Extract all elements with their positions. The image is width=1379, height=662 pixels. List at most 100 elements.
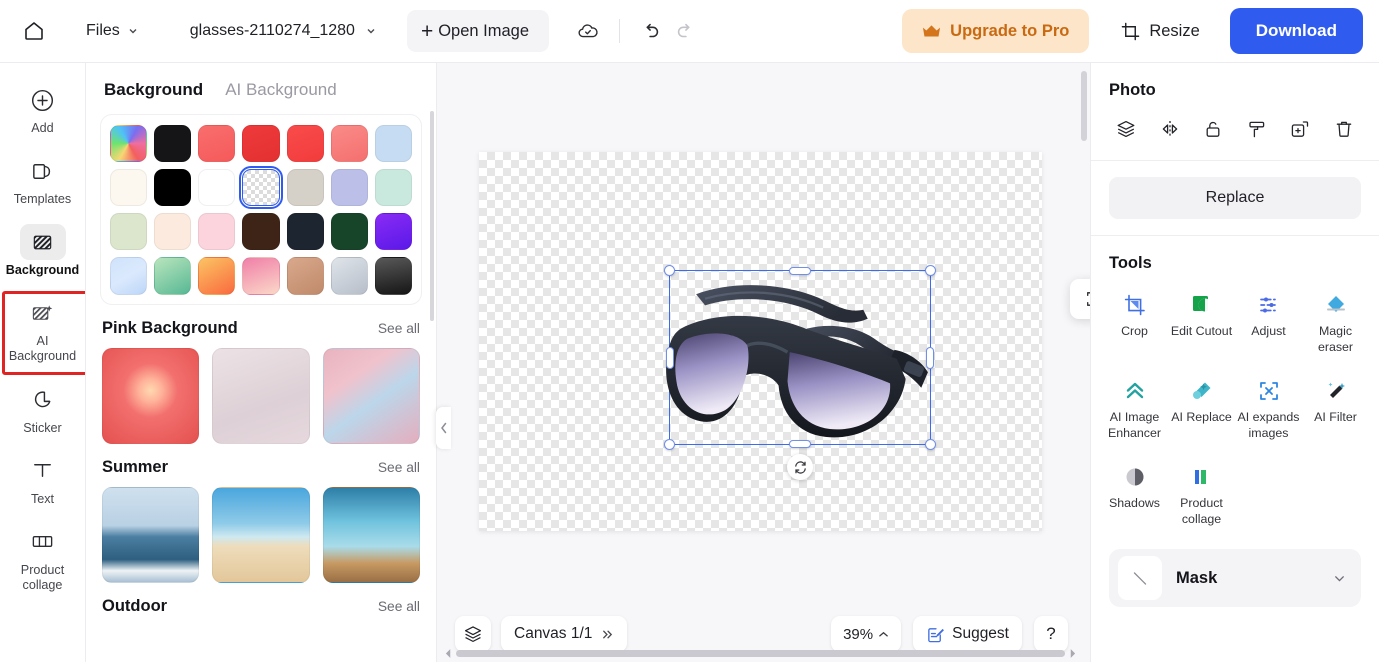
thumb-beach-sand-sky[interactable] bbox=[212, 486, 310, 583]
mask-row[interactable]: Mask bbox=[1109, 549, 1361, 607]
swatch-black[interactable] bbox=[154, 169, 192, 207]
resize-handle-top[interactable] bbox=[789, 267, 811, 275]
help-button[interactable]: ? bbox=[1034, 616, 1068, 652]
tool-magic-eraser[interactable]: Magic eraser bbox=[1302, 283, 1369, 363]
paint-roller-icon[interactable] bbox=[1242, 114, 1272, 144]
rotate-handle[interactable] bbox=[787, 454, 813, 480]
canvas-area[interactable]: AI New bbox=[437, 63, 1090, 606]
swatch-violet[interactable] bbox=[374, 213, 412, 251]
swatch-near-black[interactable] bbox=[154, 125, 192, 163]
resize-handle-left[interactable] bbox=[666, 346, 674, 369]
replace-button[interactable]: Replace bbox=[1109, 177, 1361, 219]
canvas-vertical-scrollbar[interactable] bbox=[1081, 71, 1087, 141]
swatch-salmon[interactable] bbox=[330, 125, 368, 163]
selection-box[interactable] bbox=[664, 265, 936, 480]
see-all-link[interactable]: See all bbox=[378, 599, 420, 614]
resize-handle-bottom-right[interactable] bbox=[925, 439, 936, 450]
swatch-periwinkle[interactable] bbox=[330, 169, 368, 207]
tool-ai-expands-images[interactable]: AI expands images bbox=[1235, 369, 1302, 449]
tool-crop[interactable]: Crop bbox=[1101, 283, 1168, 363]
thumb-calm-sea-horizon[interactable] bbox=[102, 486, 200, 583]
filename-menu[interactable]: glasses-2110274_1280 bbox=[182, 16, 385, 46]
sunglasses-photo[interactable] bbox=[652, 263, 952, 458]
cloud-check-icon[interactable] bbox=[571, 14, 605, 48]
sidebar-item-ai-background[interactable]: AI Background bbox=[5, 288, 81, 370]
canvas-horizontal-scrollbar[interactable] bbox=[445, 649, 1076, 658]
canvas-pages-button[interactable]: Canvas 1/1 bbox=[501, 616, 628, 652]
tool-edit-cutout[interactable]: Edit Cutout bbox=[1168, 283, 1235, 363]
flip-icon[interactable] bbox=[1155, 114, 1185, 144]
swatch-dark-brown[interactable] bbox=[242, 213, 280, 251]
zoom-control[interactable]: 39% bbox=[831, 616, 902, 652]
swatch-tan[interactable] bbox=[286, 257, 324, 295]
swatch-pink-gradient[interactable] bbox=[242, 257, 280, 295]
tool-shadows[interactable]: Shadows bbox=[1101, 455, 1168, 535]
swatch-blush-pink[interactable] bbox=[198, 213, 236, 251]
swatch-sage[interactable] bbox=[110, 213, 148, 251]
swatch-orange-gradient[interactable] bbox=[198, 257, 236, 295]
layers-icon[interactable] bbox=[1111, 114, 1141, 144]
ai-tool-button[interactable]: AI New bbox=[1076, 283, 1090, 315]
swatch-crimson[interactable] bbox=[242, 125, 280, 163]
duplicate-icon[interactable] bbox=[1285, 114, 1315, 144]
sidebar-item-text[interactable]: Text bbox=[5, 446, 81, 513]
thumb-pink-heart-lights[interactable] bbox=[102, 347, 200, 444]
swatch-green-gradient[interactable] bbox=[154, 257, 192, 295]
resize-handle-bottom-left[interactable] bbox=[664, 439, 675, 450]
sidebar-item-product-collage[interactable]: Product collage bbox=[5, 517, 81, 599]
thumb-pale-pink-flowers[interactable] bbox=[212, 347, 310, 444]
scroll-left-arrow-icon[interactable] bbox=[445, 649, 452, 658]
swatch-ivory[interactable] bbox=[110, 169, 148, 207]
thumb-pool-water-deck[interactable] bbox=[322, 486, 420, 583]
redo-icon[interactable] bbox=[668, 14, 702, 48]
panel-collapse-toggle[interactable] bbox=[436, 407, 451, 449]
artboard[interactable] bbox=[479, 152, 1042, 531]
tool-ai-replace[interactable]: AI Replace bbox=[1168, 369, 1235, 449]
sidebar-item-sticker[interactable]: Sticker bbox=[5, 375, 81, 442]
upgrade-to-pro-button[interactable]: Upgrade to Pro bbox=[902, 9, 1090, 53]
files-menu[interactable]: Files bbox=[78, 16, 147, 46]
swatch-warm-grey[interactable] bbox=[286, 169, 324, 207]
swatch-forest-green[interactable] bbox=[330, 213, 368, 251]
swatch-transparent[interactable] bbox=[239, 166, 283, 210]
home-icon[interactable] bbox=[14, 11, 54, 51]
layers-button[interactable] bbox=[455, 616, 491, 652]
swatch-mint[interactable] bbox=[374, 169, 412, 207]
scroll-right-arrow-icon[interactable] bbox=[1069, 649, 1076, 658]
sidebar-item-templates[interactable]: Templates bbox=[5, 146, 81, 213]
see-all-link[interactable]: See all bbox=[378, 321, 420, 336]
panel-scrollbar[interactable] bbox=[430, 111, 434, 321]
open-image-button[interactable]: + Open Image bbox=[406, 10, 550, 52]
chevron-down-icon[interactable] bbox=[1332, 571, 1347, 586]
suggest-button[interactable]: Suggest bbox=[913, 616, 1022, 652]
scrollbar-thumb[interactable] bbox=[456, 650, 1065, 657]
resize-handle-right[interactable] bbox=[926, 346, 934, 369]
resize-button[interactable]: Resize bbox=[1107, 10, 1213, 52]
swatch-coral-red[interactable] bbox=[198, 125, 236, 163]
tool-ai-image-enhancer[interactable]: AI Image Enhancer bbox=[1101, 369, 1168, 449]
undo-icon[interactable] bbox=[634, 14, 668, 48]
swatch-cool-grey[interactable] bbox=[330, 257, 368, 295]
resize-handle-top-right[interactable] bbox=[925, 265, 936, 276]
download-button[interactable]: Download bbox=[1229, 8, 1363, 54]
swatch-rainbow-gradient[interactable] bbox=[110, 125, 148, 163]
tool-adjust[interactable]: Adjust bbox=[1235, 283, 1302, 363]
tab-background[interactable]: Background bbox=[104, 80, 203, 100]
swatch-sky-gradient[interactable] bbox=[110, 257, 148, 295]
swatch-midnight-navy[interactable] bbox=[286, 213, 324, 251]
swatch-cream-peach[interactable] bbox=[154, 213, 192, 251]
thumb-pink-curtain-window[interactable] bbox=[322, 347, 420, 444]
swatch-charcoal-gradient[interactable] bbox=[374, 257, 412, 295]
swatch-bright-red[interactable] bbox=[286, 125, 324, 163]
trash-icon[interactable] bbox=[1329, 114, 1359, 144]
swatch-white[interactable] bbox=[198, 169, 236, 207]
sidebar-item-add[interactable]: Add bbox=[5, 75, 81, 142]
resize-handle-top-left[interactable] bbox=[664, 265, 675, 276]
tool-ai-filter[interactable]: AI Filter bbox=[1302, 369, 1369, 449]
tab-ai-background[interactable]: AI Background bbox=[225, 80, 337, 100]
lock-icon[interactable] bbox=[1198, 114, 1228, 144]
see-all-link[interactable]: See all bbox=[378, 460, 420, 475]
resize-handle-bottom[interactable] bbox=[789, 440, 811, 448]
tool-product-collage[interactable]: Product collage bbox=[1168, 455, 1235, 535]
sidebar-item-background[interactable]: Background bbox=[5, 217, 81, 284]
